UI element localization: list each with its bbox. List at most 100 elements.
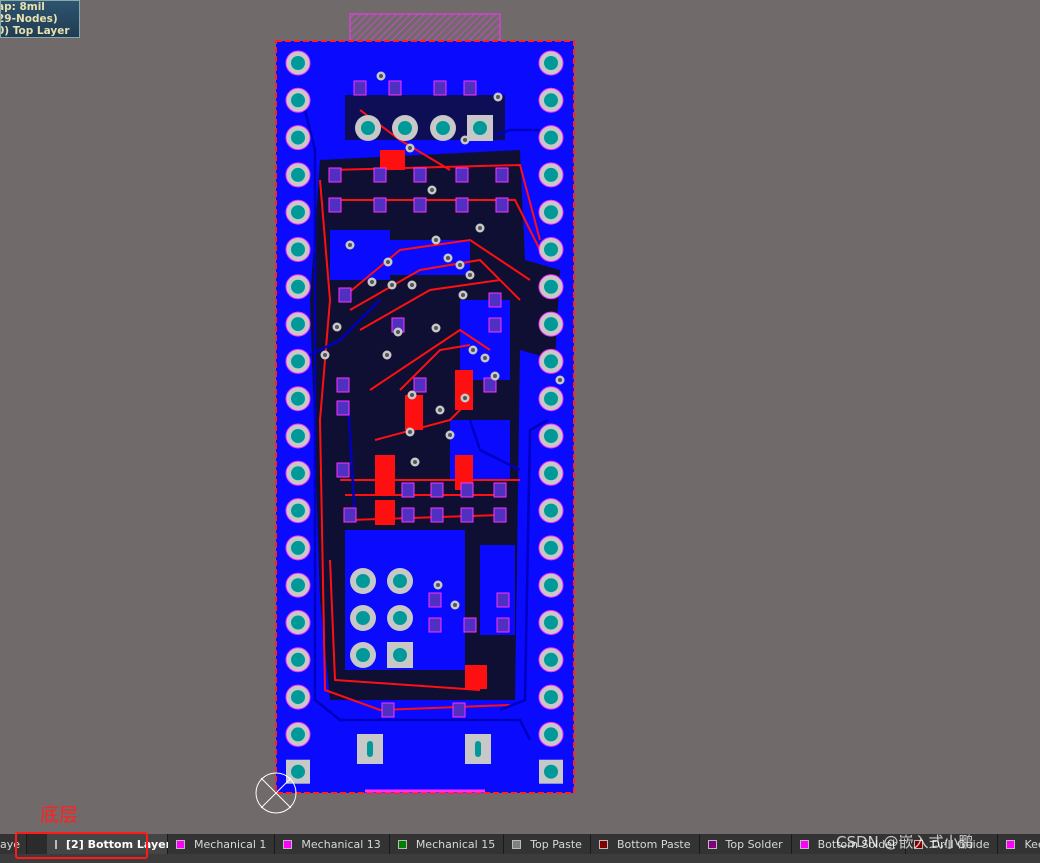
header-pin — [285, 535, 311, 561]
header-pin — [538, 460, 564, 486]
via — [382, 350, 392, 360]
via — [555, 375, 565, 385]
smd-pad — [433, 80, 447, 96]
header-pin — [285, 125, 311, 151]
layer-tab[interactable]: Mechanical 15 — [389, 834, 505, 854]
via — [458, 290, 468, 300]
via — [427, 185, 437, 195]
via — [455, 260, 465, 270]
smd-pad — [401, 482, 415, 498]
layer-tab[interactable]: Keep-Out Layer — [998, 834, 1040, 854]
header-pin — [538, 199, 564, 225]
via — [407, 280, 417, 290]
via — [405, 143, 415, 153]
via — [405, 427, 415, 437]
header-pin — [538, 348, 564, 374]
header-pin — [538, 50, 564, 76]
via — [475, 223, 485, 233]
header-pin — [285, 87, 311, 113]
smd-pad — [336, 377, 350, 393]
smd-pad — [413, 377, 427, 393]
through-hole-pad — [387, 568, 413, 594]
smd-pad — [401, 507, 415, 523]
via — [345, 240, 355, 250]
header-pin — [285, 423, 311, 449]
layer-color-swatch — [598, 839, 608, 849]
header-pin — [538, 684, 564, 710]
layer-tab[interactable]: Mechanical 13 — [275, 834, 390, 854]
layer-tab-label: Keep-Out Layer — [1024, 837, 1040, 851]
header-pin — [285, 684, 311, 710]
via — [435, 405, 445, 415]
layer-color-swatch — [283, 839, 293, 849]
via — [443, 253, 453, 263]
through-hole-pad — [387, 642, 413, 668]
connector-outline — [349, 13, 501, 43]
smd-pad — [343, 507, 357, 523]
smd-pad — [463, 617, 477, 633]
header-pin — [538, 610, 564, 635]
header-pin — [538, 311, 564, 337]
smd-pad — [455, 197, 469, 213]
smd-pad — [388, 80, 402, 96]
through-hole-pad — [355, 115, 381, 141]
header-pin — [285, 610, 311, 635]
pcb-canvas[interactable] — [0, 0, 1040, 834]
smd-pad — [496, 592, 510, 608]
layer-color-swatch — [512, 839, 522, 849]
via — [383, 257, 393, 267]
status-strip — [0, 854, 1040, 863]
layer-tab-label: Bottom Paste — [616, 837, 691, 851]
layer-tab[interactable]: Bottom Paste — [590, 834, 700, 854]
layer-tab[interactable]: Top Paste — [504, 834, 591, 854]
via — [431, 235, 441, 245]
header-pin — [285, 199, 311, 225]
layer-tab[interactable]: Mechanical 1 — [168, 834, 276, 854]
via — [332, 322, 342, 332]
via — [376, 71, 386, 81]
smd-pad — [493, 482, 507, 498]
header-pin — [285, 647, 311, 673]
header-pin — [285, 572, 311, 598]
via — [433, 580, 443, 590]
smd-pad — [493, 507, 507, 523]
smd-pad — [428, 617, 442, 633]
header-pin — [538, 535, 564, 561]
through-hole-pad — [350, 568, 376, 594]
smd-pad — [452, 702, 466, 718]
smd-pad — [496, 617, 510, 633]
smd-pad — [336, 400, 350, 416]
smd-pad — [488, 292, 502, 308]
header-pin — [285, 460, 311, 486]
layer-color-swatch — [707, 839, 717, 849]
via — [410, 457, 420, 467]
via — [490, 371, 500, 381]
through-hole-pad — [387, 605, 413, 631]
smd-pad — [413, 197, 427, 213]
smd-pad — [455, 167, 469, 183]
header-pin — [538, 721, 564, 747]
through-hole-pad — [467, 115, 493, 141]
header-pin — [285, 237, 311, 262]
layer-tab[interactable]: Top Solder — [699, 834, 792, 854]
via — [367, 277, 377, 287]
smd-pad — [495, 167, 509, 183]
via — [450, 600, 460, 610]
header-pin — [538, 423, 564, 449]
header-pin — [538, 647, 564, 673]
header-pin — [285, 386, 311, 412]
through-hole-pad — [350, 605, 376, 631]
smd-pad — [328, 167, 342, 183]
layer-tab-label: Mechanical 15 — [415, 837, 496, 851]
header-pin — [538, 162, 564, 188]
via — [465, 270, 475, 280]
via — [445, 430, 455, 440]
header-pin — [285, 721, 311, 747]
header-pin — [539, 759, 563, 784]
header-pin — [538, 237, 564, 262]
smd-pad — [430, 482, 444, 498]
via — [493, 92, 503, 102]
smd-pad — [373, 197, 387, 213]
via — [431, 323, 441, 333]
header-pin — [538, 274, 564, 300]
